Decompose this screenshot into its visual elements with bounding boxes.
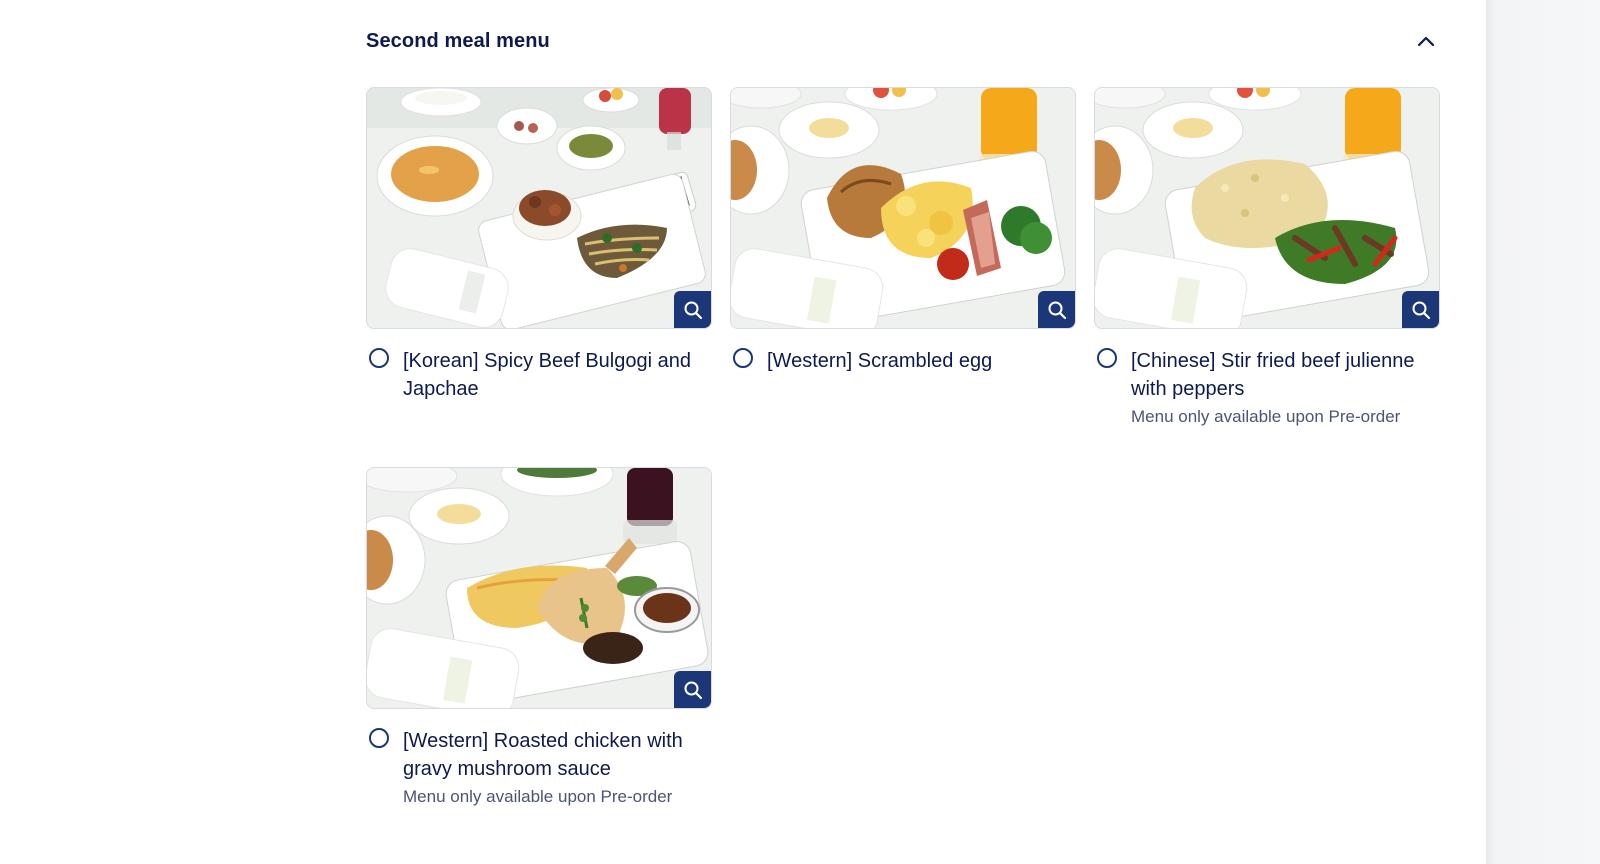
chevron-up-icon [1417, 36, 1435, 47]
zoom-button[interactable] [1038, 291, 1075, 328]
preorder-note: Menu only available upon Pre-order [1131, 407, 1401, 426]
roasted-chicken-meal-photo [367, 468, 711, 708]
preorder-note: Menu only available upon Pre-order [403, 787, 673, 806]
meal-label[interactable]: [Chinese] Stir fried beef julienne with … [1131, 347, 1440, 403]
meal-photo [730, 87, 1076, 329]
meal-card[interactable]: [Western] Scrambled egg [730, 87, 1076, 375]
meal-card[interactable]: [Korean] Spicy Beef Bulgogi and Japchae [366, 87, 712, 403]
scrambled-egg-meal-photo [731, 88, 1075, 328]
korean-bulgogi-meal-photo [367, 88, 711, 328]
meal-option[interactable]: [Western] Scrambled egg [730, 347, 1076, 375]
magnifier-icon [1412, 301, 1430, 319]
meal-photo [366, 467, 712, 709]
collapse-button[interactable] [1412, 28, 1440, 56]
section-title: Second meal menu [366, 30, 550, 52]
magnifier-icon [1048, 301, 1066, 319]
meal-card[interactable]: [Chinese] Stir fried beef julienne with … [1094, 87, 1440, 429]
second-meal-section-header[interactable]: Second meal menu [366, 22, 1440, 62]
meal-radio[interactable] [369, 728, 389, 748]
meal-label[interactable]: [Korean] Spicy Beef Bulgogi and Japchae [403, 347, 712, 403]
meal-label[interactable]: [Western] Roasted chicken with gravy mus… [403, 727, 712, 783]
meal-radio[interactable] [733, 348, 753, 368]
zoom-button[interactable] [674, 671, 711, 708]
zoom-button[interactable] [1402, 291, 1439, 328]
meal-label[interactable]: [Western] Scrambled egg [767, 347, 1076, 375]
meal-photo [366, 87, 712, 329]
meal-photo [1094, 87, 1440, 329]
meal-selection-page: Second meal menu [Korean] Spicy Beef Bul… [0, 0, 1486, 864]
meal-option[interactable]: [Korean] Spicy Beef Bulgogi and Japchae [366, 347, 712, 403]
meal-radio[interactable] [369, 348, 389, 368]
page-gutter [1486, 0, 1600, 864]
magnifier-icon [684, 681, 702, 699]
stir-fried-beef-meal-photo [1095, 88, 1439, 328]
magnifier-icon [684, 301, 702, 319]
meal-card[interactable]: [Western] Roasted chicken with gravy mus… [366, 467, 712, 809]
meal-option[interactable]: [Western] Roasted chicken with gravy mus… [366, 727, 712, 809]
zoom-button[interactable] [674, 291, 711, 328]
meal-radio[interactable] [1097, 348, 1117, 368]
meal-option[interactable]: [Chinese] Stir fried beef julienne with … [1094, 347, 1440, 429]
